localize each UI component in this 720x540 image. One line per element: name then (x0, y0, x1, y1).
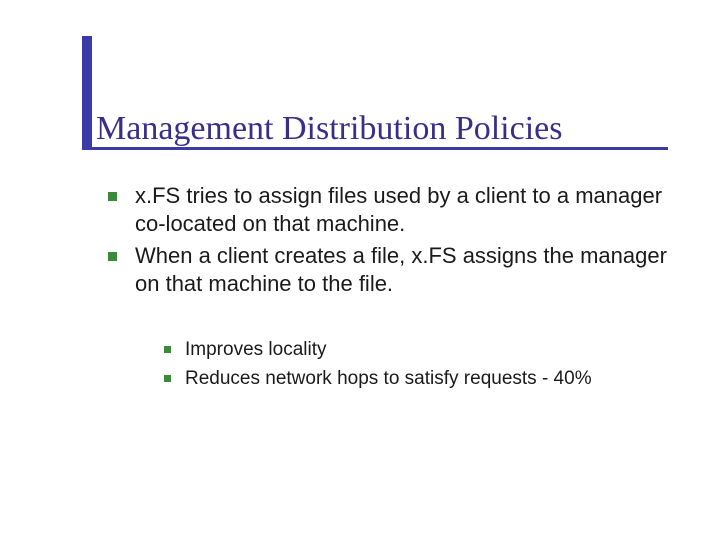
list-item: Improves locality (164, 338, 684, 363)
slide: Management Distribution Policies x.FS tr… (0, 0, 720, 540)
slide-title: Management Distribution Policies (96, 110, 563, 148)
square-bullet-icon (164, 375, 171, 382)
square-bullet-icon (164, 346, 171, 353)
bullet-text: Reduces network hops to satisfy requests… (185, 367, 592, 392)
square-bullet-icon (108, 252, 117, 261)
list-item: Reduces network hops to satisfy requests… (164, 367, 684, 392)
title-underline (82, 147, 668, 150)
square-bullet-icon (108, 192, 117, 201)
title-block: Management Distribution Policies (96, 110, 563, 148)
bullet-text: When a client creates a file, x.FS assig… (135, 242, 668, 298)
list-item: When a client creates a file, x.FS assig… (108, 242, 668, 298)
list-item: x.FS tries to assign files used by a cli… (108, 182, 668, 238)
title-accent-bar (82, 36, 92, 148)
bullet-text: x.FS tries to assign files used by a cli… (135, 182, 668, 238)
bullet-text: Improves locality (185, 338, 327, 363)
main-bullets: x.FS tries to assign files used by a cli… (108, 182, 668, 303)
sub-bullets: Improves locality Reduces network hops t… (164, 338, 684, 395)
